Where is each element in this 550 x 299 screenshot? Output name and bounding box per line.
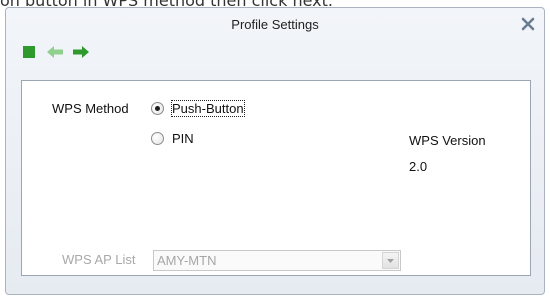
wps-ap-list-select[interactable]: AMY-MTN — [153, 250, 401, 271]
forward-arrow-icon — [73, 46, 89, 58]
wps-method-label: WPS Method — [52, 101, 129, 116]
wps-version-label: WPS Version — [409, 133, 486, 148]
forward-button[interactable] — [72, 44, 92, 60]
title-bar: Profile Settings — [6, 8, 544, 40]
back-button[interactable] — [46, 44, 66, 60]
wps-ap-list-label: WPS AP List — [62, 252, 136, 267]
chevron-down-icon — [387, 259, 394, 263]
close-button[interactable] — [520, 16, 536, 32]
stop-square-icon — [23, 46, 35, 58]
dialog-title: Profile Settings — [231, 17, 319, 32]
pin-radio-label[interactable]: PIN — [172, 131, 194, 146]
pin-radio[interactable] — [151, 132, 164, 145]
radio-selected-dot — [155, 106, 160, 111]
dropdown-button[interactable] — [382, 252, 399, 269]
wps-version-value: 2.0 — [409, 159, 428, 174]
profile-settings-dialog: Profile Settings WPS Method Push-Button … — [5, 7, 545, 295]
back-arrow-icon — [47, 46, 63, 58]
close-icon — [521, 17, 535, 31]
push-button-radio-label[interactable]: Push-Button — [171, 100, 245, 117]
toolbar — [22, 44, 132, 60]
wps-ap-list-value: AMY-MTN — [157, 253, 217, 268]
push-button-radio[interactable] — [151, 102, 164, 115]
wps-settings-panel: WPS Method Push-Button PIN WPS Version 2… — [21, 80, 531, 276]
stop-button[interactable] — [22, 44, 42, 60]
